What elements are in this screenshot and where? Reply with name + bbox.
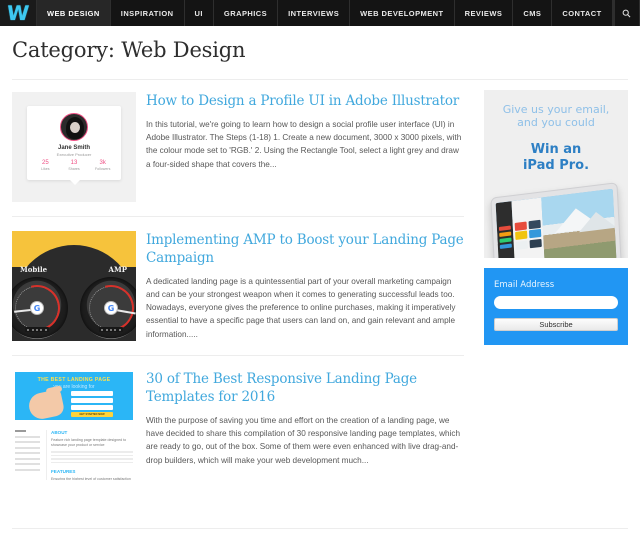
email-field-label: Email Address — [494, 280, 555, 290]
gauge-odometer — [99, 327, 123, 332]
stat-likes: 25 Likes — [31, 160, 60, 171]
promo-text-3: Win an — [530, 142, 582, 157]
landing-section-about-text: Feature rich landing page template desig… — [51, 437, 127, 447]
speedometer-gauge-amp: G — [79, 276, 136, 340]
stat-followers-value: 3k — [99, 160, 106, 166]
landing-headline: THE BEST LANDING PAGE — [37, 377, 111, 384]
post-divider — [12, 355, 464, 357]
nav-item-ui[interactable]: UI — [184, 0, 214, 26]
footer-divider — [12, 528, 628, 529]
profile-role: Executive Producer — [56, 152, 92, 157]
promo-banner[interactable]: Give us your email, and you could Win an… — [484, 90, 628, 258]
nav-item-interviews[interactable]: INTERVIEWS — [278, 0, 351, 26]
landing-input-1 — [71, 391, 113, 396]
landing-input-3 — [71, 405, 113, 410]
newsletter-signup-widget: Email Address Subscribe — [484, 268, 628, 345]
nav-menu: WEB DESIGN INSPIRATION UI GRAPHICS INTER… — [36, 0, 614, 26]
nav-item-web-design[interactable]: WEB DESIGN — [36, 0, 111, 26]
landing-cta-button: GET STARTED NOW — [71, 412, 113, 418]
gauge-label-amp: AMP — [108, 265, 127, 274]
post-title-link[interactable]: How to Design a Profile UI in Adobe Illu… — [146, 93, 464, 111]
promo-banner-line-1: Give us your email, and you could — [484, 103, 628, 130]
ipad-illustration — [490, 182, 622, 258]
landing-sidebar-nav — [15, 430, 47, 481]
post-item[interactable]: THE BEST LANDING PAGE you are looking fo… — [12, 370, 464, 494]
promo-banner-line-2: Win an iPad Pro. — [484, 142, 628, 174]
nav-item-inspiration[interactable]: INSPIRATION — [110, 0, 185, 26]
landing-section-features-title: FEATURES — [51, 469, 76, 475]
subscribe-button[interactable]: Subscribe — [494, 318, 618, 331]
stat-likes-label: Likes — [41, 166, 50, 171]
google-g-icon: G — [105, 302, 117, 314]
landing-main-column: ABOUT Feature rich landing page template… — [51, 430, 133, 480]
avatar — [60, 113, 88, 141]
post-excerpt: In this tutorial, we're going to learn h… — [146, 119, 462, 169]
promo-text-1: Give us your email, — [502, 103, 610, 116]
gauge-odometer — [25, 327, 49, 332]
profile-name: Jane Smith — [57, 145, 90, 151]
post-thumbnail-landing-page[interactable]: THE BEST LANDING PAGE you are looking fo… — [12, 370, 136, 481]
site-logo[interactable]: W — [0, 0, 37, 26]
nav-item-reviews[interactable]: REVIEWS — [454, 0, 514, 26]
nav-item-web-development[interactable]: WEB DEVELOPMENT — [350, 0, 455, 26]
nav-item-cms[interactable]: CMS — [513, 0, 553, 26]
search-icon — [622, 9, 631, 17]
nav-item-graphics[interactable]: GRAPHICS — [213, 0, 279, 26]
post-excerpt: A dedicated landing page is a quintessen… — [146, 276, 456, 339]
stat-shares-label: Shares — [68, 166, 80, 171]
nav-item-contact[interactable]: CONTACT — [552, 0, 613, 26]
landing-hero: THE BEST LANDING PAGE you are looking fo… — [15, 372, 133, 422]
post-list: Jane Smith Executive Producer 25 Likes 1… — [0, 80, 476, 494]
post-thumbnail-speedometers[interactable]: Mobile AMP G G — [12, 231, 136, 341]
landing-section-features-text: Ensuring the highest level of customer s… — [51, 476, 131, 481]
post-item[interactable]: Mobile AMP G G Implementing AMP to Boost… — [12, 231, 464, 355]
landing-subheadline: you are looking for — [53, 384, 95, 391]
email-input[interactable] — [494, 296, 618, 309]
promo-text-4: iPad Pro. — [522, 157, 590, 173]
stat-followers: 3k Followers — [88, 160, 117, 171]
logo-w-icon: W — [6, 1, 30, 25]
top-navigation-bar: W WEB DESIGN INSPIRATION UI GRAPHICS INT… — [0, 0, 640, 26]
page-header: Category: Web Design — [0, 26, 640, 71]
profile-card: Jane Smith Executive Producer 25 Likes 1… — [27, 106, 121, 185]
promo-text-2: and you could — [517, 115, 595, 129]
post-excerpt: With the purpose of saving you time and … — [146, 415, 461, 465]
sidebar: Give us your email, and you could Win an… — [476, 80, 640, 494]
search-button[interactable] — [613, 0, 640, 26]
page-title: Category: Web Design — [12, 38, 246, 62]
hand-illustration — [26, 388, 66, 422]
page-body: Jane Smith Executive Producer 25 Likes 1… — [0, 80, 640, 494]
stat-likes-value: 25 — [41, 160, 49, 166]
landing-lower-section: ABOUT Feature rich landing page template… — [15, 426, 133, 481]
stat-shares-value: 13 — [70, 160, 78, 166]
google-g-icon: G — [31, 302, 43, 314]
post-item[interactable]: Jane Smith Executive Producer 25 Likes 1… — [12, 92, 464, 216]
ipad-screen-photo — [541, 188, 617, 258]
post-body: Implementing AMP to Boost your Landing P… — [146, 231, 464, 341]
post-body: How to Design a Profile UI in Adobe Illu… — [146, 92, 464, 202]
ipad-screen — [495, 188, 617, 258]
stat-shares: 13 Shares — [60, 160, 89, 171]
post-title-link[interactable]: Implementing AMP to Boost your Landing P… — [146, 232, 464, 268]
gauge-label-mobile: Mobile — [20, 265, 48, 274]
landing-input-2 — [71, 398, 113, 403]
stat-followers-label: Followers — [94, 166, 111, 171]
post-divider — [12, 216, 464, 217]
post-title-link[interactable]: 30 of The Best Responsive Landing Page T… — [146, 371, 464, 407]
post-thumbnail-profile-card[interactable]: Jane Smith Executive Producer 25 Likes 1… — [12, 92, 136, 202]
ipad-screen-tiles — [511, 197, 545, 258]
landing-section-about-title: ABOUT — [51, 430, 68, 436]
landing-signup-form: GET STARTED NOW — [71, 391, 113, 418]
post-body: 30 of The Best Responsive Landing Page T… — [146, 370, 464, 480]
profile-stats: 25 Likes 13 Shares 3k Followers — [31, 160, 117, 171]
